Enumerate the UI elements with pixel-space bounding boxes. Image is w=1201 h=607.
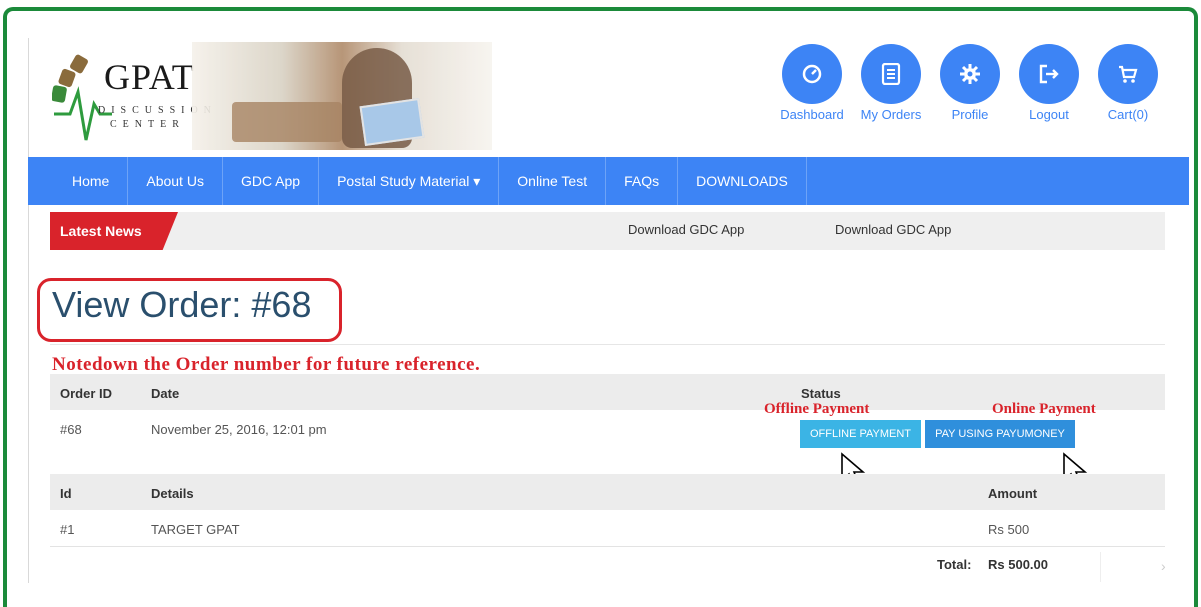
row-divider bbox=[50, 546, 1165, 547]
main-menu: Home About Us GDC App Postal Study Mater… bbox=[28, 157, 1189, 205]
col-order-id: Order ID bbox=[60, 386, 113, 401]
nav-dashboard-label: Dashboard bbox=[780, 107, 844, 122]
menu-about-us[interactable]: About Us bbox=[128, 157, 223, 205]
nav-my-orders[interactable]: My Orders bbox=[859, 44, 923, 122]
order-id-value: #68 bbox=[60, 422, 82, 437]
orders-icon bbox=[881, 63, 901, 85]
offline-payment-button[interactable]: OFFLINE PAYMENT bbox=[800, 420, 921, 448]
top-icon-nav: Dashboard My Orders Profile Logout Cart(… bbox=[780, 44, 1160, 122]
cart-icon bbox=[1119, 65, 1138, 83]
col-id: Id bbox=[60, 486, 72, 501]
nav-my-orders-label: My Orders bbox=[860, 107, 922, 122]
menu-postal-study-material[interactable]: Postal Study Material ▾ bbox=[319, 157, 500, 205]
online-payment-callout: Online Payment bbox=[992, 401, 1096, 417]
payumoney-button[interactable]: PAY USING PAYUMONEY bbox=[925, 420, 1075, 448]
nav-profile-label: Profile bbox=[951, 107, 989, 122]
logo-title: GPAT bbox=[104, 57, 195, 97]
nav-dashboard[interactable]: Dashboard bbox=[780, 44, 844, 122]
order-date-value: November 25, 2016, 12:01 pm bbox=[151, 422, 327, 437]
nav-cart[interactable]: Cart(0) bbox=[1096, 44, 1160, 122]
item-id: #1 bbox=[60, 522, 75, 537]
menu-home[interactable]: Home bbox=[28, 157, 129, 205]
nav-logout[interactable]: Logout bbox=[1017, 44, 1081, 122]
nav-logout-label: Logout bbox=[1029, 107, 1069, 122]
item-amount: Rs 500 bbox=[988, 522, 1030, 537]
logout-icon bbox=[1039, 64, 1059, 84]
reference-note: Notedown the Order number for future ref… bbox=[52, 354, 481, 375]
page-title: View Order: #68 bbox=[52, 284, 312, 325]
nav-profile[interactable]: Profile bbox=[938, 44, 1002, 122]
news-ticker: Latest News Download GDC App Download GD… bbox=[50, 212, 1165, 250]
gear-icon bbox=[960, 64, 980, 84]
col-status: Status bbox=[801, 386, 841, 401]
latest-news-tag: Latest News bbox=[50, 212, 178, 250]
col-details: Details bbox=[151, 486, 194, 501]
dashboard-icon bbox=[802, 64, 822, 84]
news-item[interactable]: Download GDC App bbox=[835, 212, 951, 248]
total-label: Total: bbox=[937, 557, 972, 572]
hero-image bbox=[192, 42, 492, 150]
menu-downloads[interactable]: DOWNLOADS bbox=[678, 157, 807, 205]
offline-payment-callout: Offline Payment bbox=[764, 401, 870, 417]
nav-cart-label: Cart(0) bbox=[1107, 107, 1149, 122]
chevron-right-icon: › bbox=[1161, 558, 1166, 574]
news-item[interactable]: Download GDC App bbox=[628, 212, 744, 248]
col-amount: Amount bbox=[988, 486, 1038, 501]
item-details: TARGET GPAT bbox=[151, 522, 240, 537]
menu-gdc-app[interactable]: GDC App bbox=[223, 157, 320, 205]
scroll-control[interactable]: › bbox=[1100, 552, 1191, 582]
title-divider bbox=[50, 344, 1165, 345]
col-date: Date bbox=[151, 386, 180, 401]
page-left-rule bbox=[28, 38, 29, 583]
total-value: Rs 500.00 bbox=[988, 557, 1048, 572]
menu-online-test[interactable]: Online Test bbox=[499, 157, 607, 205]
menu-faqs[interactable]: FAQs bbox=[606, 157, 679, 205]
